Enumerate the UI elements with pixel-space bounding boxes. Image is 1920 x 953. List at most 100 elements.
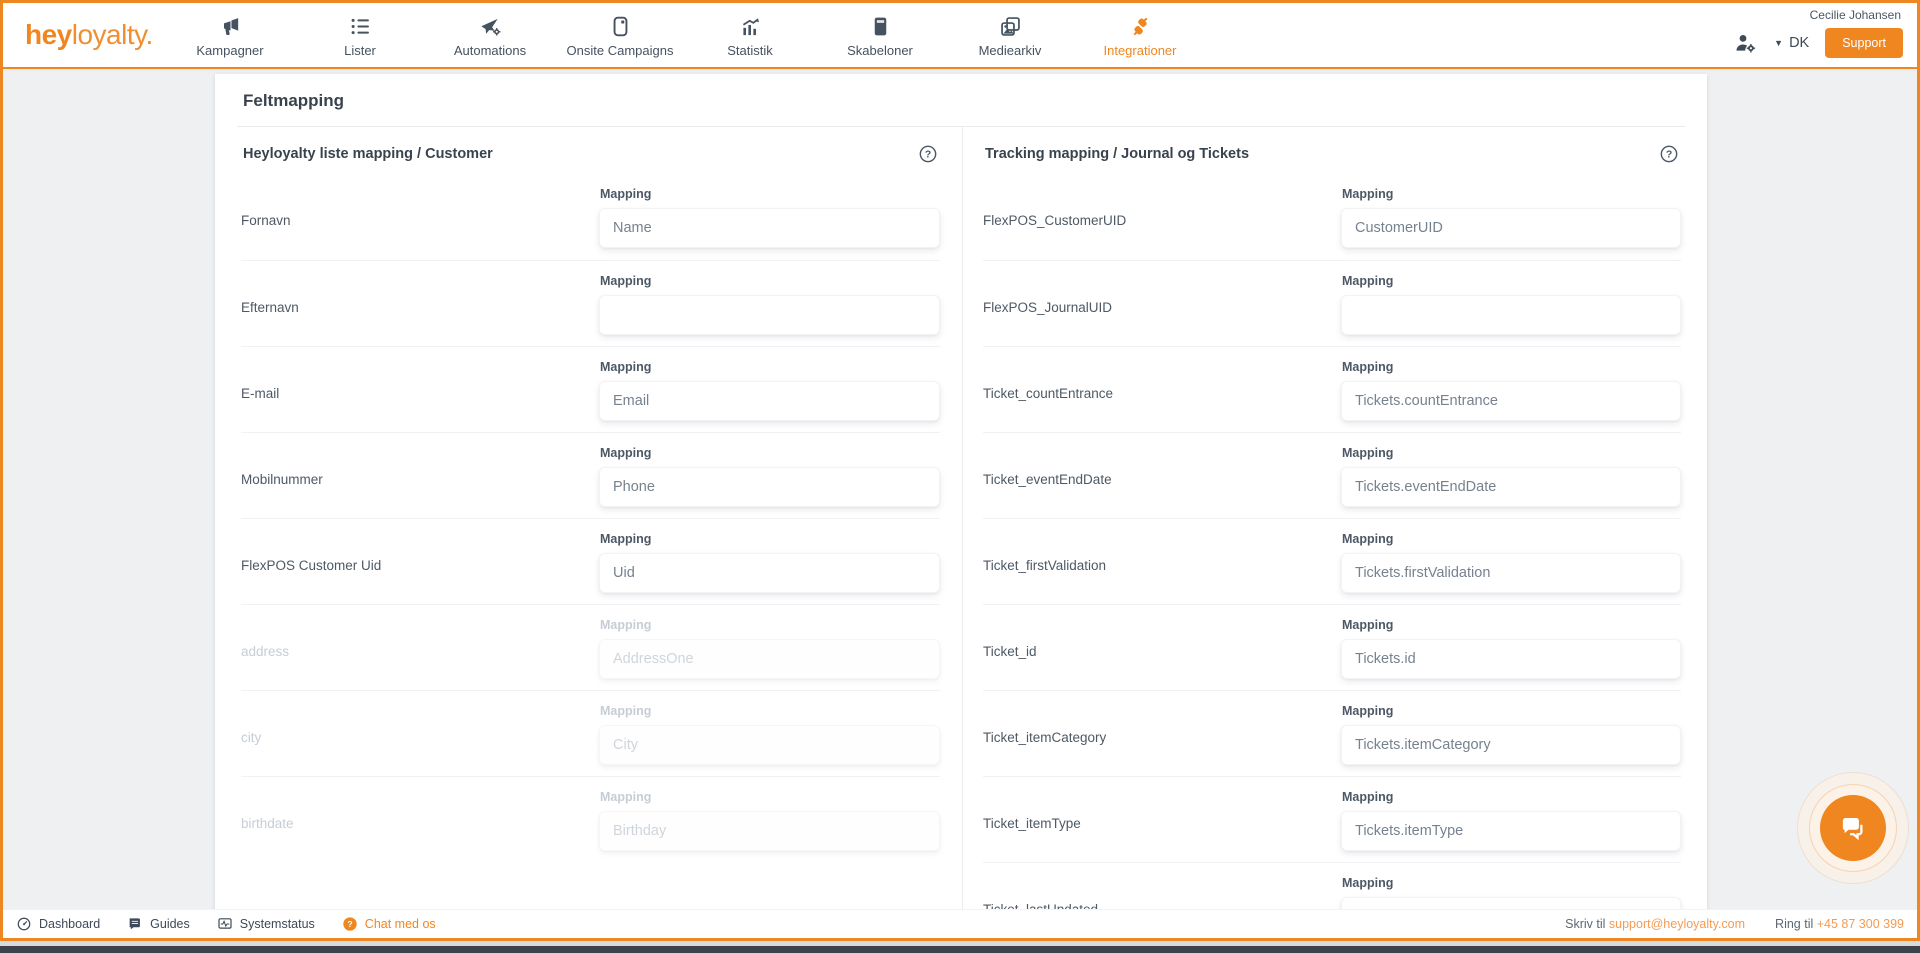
mapping-column-label: Mapping — [1342, 446, 1681, 460]
chat-widget-button[interactable] — [1820, 795, 1886, 861]
automation-gear-icon — [479, 15, 502, 38]
nav-item-automations[interactable]: Automations — [425, 3, 555, 67]
template-icon — [869, 15, 892, 38]
device-icon — [609, 15, 632, 38]
nav-label-automations: Automations — [454, 43, 526, 58]
email-prefix: Skriv til — [1565, 917, 1605, 931]
mapping-input[interactable] — [1341, 295, 1681, 335]
question-circle-icon: ? — [342, 916, 358, 932]
customer-mapping-section: Heyloyalty liste mapping / Customer ? Fo… — [241, 127, 962, 910]
phone-link[interactable]: +45 87 300 399 — [1817, 917, 1904, 931]
mapping-input[interactable] — [1341, 725, 1681, 765]
field-label: FlexPOS Customer Uid — [241, 531, 599, 594]
mapping-column-label: Mapping — [1342, 360, 1681, 374]
help-icon[interactable]: ? — [918, 144, 938, 164]
field-label: Mobilnummer — [241, 445, 599, 508]
nav-label-lister: Lister — [344, 43, 376, 58]
mapping-input[interactable] — [599, 639, 940, 679]
mapping-column-label: Mapping — [600, 274, 940, 288]
mapping-row: FlexPOS Customer Uid Mapping — [241, 518, 940, 604]
field-label: Fornavn — [241, 186, 599, 250]
mapping-input[interactable] — [599, 725, 940, 765]
nav-label-skabeloner: Skabeloner — [847, 43, 913, 58]
mapping-input[interactable] — [599, 295, 940, 335]
footer-label-dashboard: Dashboard — [39, 917, 100, 931]
logo-light-part: loyalty. — [72, 19, 153, 50]
gauge-icon — [16, 916, 32, 932]
nav-item-integrationer[interactable]: Integrationer — [1075, 3, 1205, 67]
mapping-row: FlexPOS_JournalUID Mapping — [983, 260, 1681, 346]
nav-item-lister[interactable]: Lister — [295, 3, 425, 67]
mapping-input[interactable] — [1341, 553, 1681, 593]
field-label: birthdate — [241, 789, 599, 852]
mapping-row: Fornavn Mapping — [241, 174, 940, 260]
mapping-input[interactable] — [1341, 467, 1681, 507]
support-button[interactable]: Support — [1825, 28, 1903, 58]
mapping-column-label: Mapping — [1342, 274, 1681, 288]
app-window: heyloyalty. Kampagner Lister Automations… — [0, 0, 1920, 941]
mapping-row: birthdate Mapping — [241, 776, 940, 862]
screen-bottom-edge — [0, 946, 1920, 953]
nav-label-statistik: Statistik — [727, 43, 773, 58]
mapping-column-label: Mapping — [1342, 187, 1681, 201]
footer-label-guides: Guides — [150, 917, 190, 931]
mapping-input[interactable] — [599, 208, 940, 248]
nav-item-skabeloner[interactable]: Skabeloner — [815, 3, 945, 67]
footer-link-guides[interactable]: Guides — [127, 916, 190, 932]
footer-phone[interactable]: Ring til +45 87 300 399 — [1775, 917, 1904, 931]
nav-item-statistik[interactable]: Statistik — [685, 3, 815, 67]
help-icon[interactable]: ? — [1659, 144, 1679, 164]
mapping-input[interactable] — [1341, 811, 1681, 851]
top-right-controls: ▼ DK Support — [1734, 28, 1903, 58]
svg-text:?: ? — [1666, 150, 1672, 161]
field-label: Ticket_firstValidation — [983, 531, 1341, 594]
field-label: Ticket_itemCategory — [983, 703, 1341, 766]
field-label: FlexPOS_CustomerUID — [983, 186, 1341, 250]
mapping-input[interactable] — [599, 553, 940, 593]
language-selector[interactable]: ▼ DK — [1774, 35, 1809, 51]
mapping-row: city Mapping — [241, 690, 940, 776]
footer-label-systemstatus: Systemstatus — [240, 917, 315, 931]
field-label: Ticket_lastUpdated — [983, 875, 1341, 910]
mapping-column-label: Mapping — [1342, 876, 1681, 890]
mapping-row: Ticket_lastUpdated Mapping — [983, 862, 1681, 910]
mapping-column-label: Mapping — [1342, 532, 1681, 546]
nav-item-mediearkiv[interactable]: Mediearkiv — [945, 3, 1075, 67]
mapping-row: Ticket_itemType Mapping — [983, 776, 1681, 862]
heyloyalty-logo[interactable]: heyloyalty. — [25, 19, 153, 51]
main-nav: Kampagner Lister Automations Onsite Camp… — [165, 3, 1205, 67]
field-label: FlexPOS_JournalUID — [983, 273, 1341, 336]
mapping-row: Ticket_eventEndDate Mapping — [983, 432, 1681, 518]
top-navigation-bar: heyloyalty. Kampagner Lister Automations… — [3, 3, 1917, 69]
nav-label-onsite-campaigns: Onsite Campaigns — [567, 43, 674, 58]
monitor-pulse-icon — [217, 916, 233, 932]
footer-email[interactable]: Skriv til support@heyloyalty.com — [1565, 917, 1745, 931]
mapping-input[interactable] — [1341, 381, 1681, 421]
field-label: Ticket_eventEndDate — [983, 445, 1341, 508]
footer-link-dashboard[interactable]: Dashboard — [16, 916, 100, 932]
mapping-row: Ticket_itemCategory Mapping — [983, 690, 1681, 776]
user-name: Cecilie Johansen — [1810, 8, 1901, 22]
svg-text:?: ? — [925, 150, 931, 161]
bar-chart-icon — [739, 15, 762, 38]
mapping-input[interactable] — [599, 467, 940, 507]
mapping-column-label: Mapping — [1342, 704, 1681, 718]
mapping-input[interactable] — [1341, 639, 1681, 679]
nav-item-kampagner[interactable]: Kampagner — [165, 3, 295, 67]
list-icon — [349, 15, 372, 38]
footer-link-chat-med-os[interactable]: ? Chat med os — [342, 916, 436, 932]
page-title: Feltmapping — [241, 74, 1681, 126]
mapping-column-label: Mapping — [600, 187, 940, 201]
mapping-column-label: Mapping — [600, 704, 940, 718]
mapping-input[interactable] — [599, 811, 940, 851]
plug-icon — [1129, 15, 1152, 38]
email-link[interactable]: support@heyloyalty.com — [1609, 917, 1745, 931]
nav-item-onsite-campaigns[interactable]: Onsite Campaigns — [555, 3, 685, 67]
media-archive-icon — [999, 15, 1022, 38]
mapping-input[interactable] — [1341, 208, 1681, 248]
mapping-input[interactable] — [599, 381, 940, 421]
user-settings-icon[interactable] — [1734, 31, 1758, 55]
mapping-row: FlexPOS_CustomerUID Mapping — [983, 174, 1681, 260]
footer-link-systemstatus[interactable]: Systemstatus — [217, 916, 315, 932]
field-label: Efternavn — [241, 273, 599, 336]
